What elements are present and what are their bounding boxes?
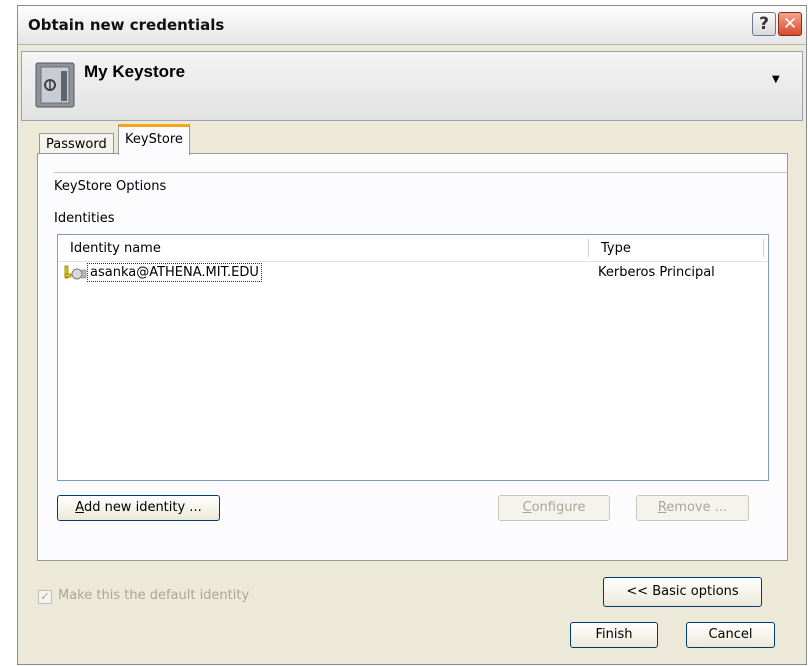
chevron-down-icon[interactable]: ▼	[772, 74, 780, 85]
keystore-selector[interactable]: My Keystore ▼	[21, 51, 803, 121]
close-button[interactable]: ✕	[778, 12, 802, 36]
list-header: Identity name Type	[58, 235, 768, 262]
column-divider[interactable]	[763, 239, 764, 257]
identity-name-cell: asanka@ATHENA.MIT.EDU	[87, 263, 262, 282]
remove-button[interactable]: Remove ...	[636, 495, 749, 521]
remove-label: emove ...	[666, 500, 728, 515]
cancel-button[interactable]: Cancel	[686, 622, 775, 648]
configure-label: onfigure	[531, 500, 586, 515]
column-identity-name[interactable]: Identity name	[70, 241, 161, 256]
add-identity-label: dd new identity ...	[83, 500, 202, 515]
table-row[interactable]: asanka@ATHENA.MIT.EDU Kerberos Principal	[58, 262, 768, 284]
basic-options-button[interactable]: << Basic options	[603, 577, 762, 607]
window-title: Obtain new credentials	[28, 16, 225, 34]
default-identity-checkbox[interactable]: ✓	[38, 590, 52, 604]
keystore-title: My Keystore	[84, 62, 186, 81]
keystore-panel: KeyStore Options Identities Identity nam…	[37, 153, 788, 561]
column-divider[interactable]	[588, 239, 589, 257]
identity-type-cell: Kerberos Principal	[598, 265, 715, 280]
tab-password[interactable]: Password	[39, 133, 114, 155]
identity-list[interactable]: Identity name Type asanka@ATHENA.MIT.EDU…	[57, 234, 769, 481]
identities-label: Identities	[54, 211, 115, 226]
add-mnemonic: A	[75, 500, 84, 515]
finish-button[interactable]: Finish	[570, 622, 658, 648]
safe-icon	[35, 62, 75, 108]
credentials-dialog: Obtain new credentials ? ✕ My Keystore ▼…	[17, 5, 807, 665]
add-identity-button[interactable]: Add new identity ...	[57, 495, 220, 521]
heading-divider	[54, 172, 787, 173]
tab-keystore[interactable]: KeyStore	[118, 124, 190, 155]
help-button[interactable]: ?	[752, 12, 776, 36]
column-type[interactable]: Type	[601, 241, 631, 256]
configure-button[interactable]: Configure	[498, 495, 610, 521]
key-icon	[64, 265, 87, 280]
configure-mnemonic: C	[522, 500, 532, 515]
keystore-options-heading: KeyStore Options	[54, 179, 167, 194]
title-bar[interactable]: Obtain new credentials ? ✕	[18, 6, 806, 45]
default-identity-label: Make this the default identity	[58, 588, 250, 603]
